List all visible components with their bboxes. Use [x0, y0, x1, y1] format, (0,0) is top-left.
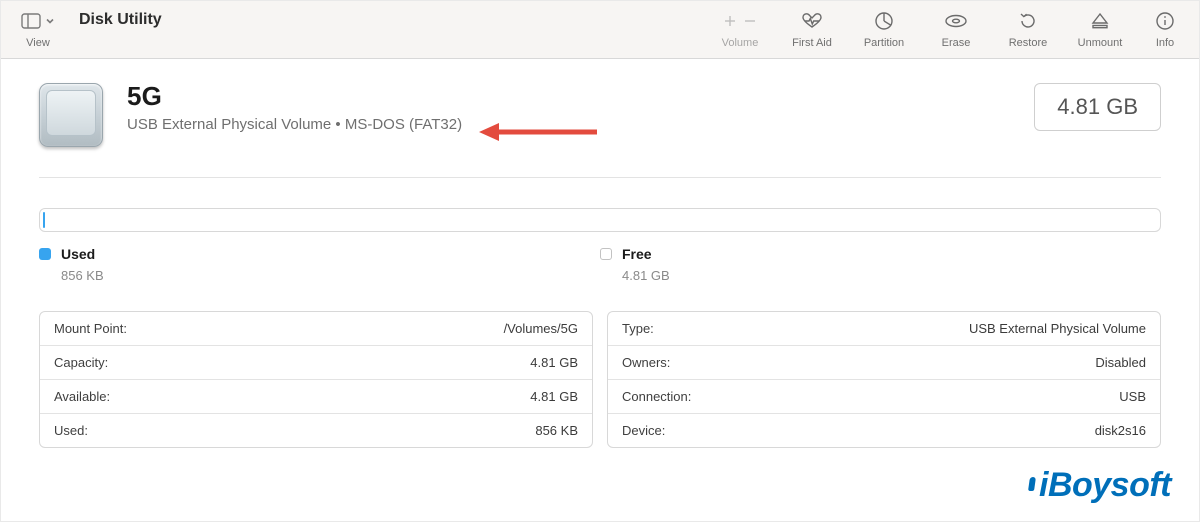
volume-subtitle: USB External Physical Volume • MS-DOS (F… — [127, 116, 462, 133]
brand-logo: iBoysoft — [1029, 466, 1171, 505]
usage-bar-used-segment — [43, 212, 45, 228]
used-value: 856 KB — [61, 268, 600, 283]
toolbar-info[interactable]: Info — [1145, 9, 1185, 49]
toolbar-restore[interactable]: Restore — [1001, 9, 1055, 49]
table-row: Mount Point:/Volumes/5G — [40, 312, 592, 346]
sidebar-toggle-button[interactable] — [17, 9, 59, 33]
annotation-arrow — [479, 119, 599, 145]
table-row: Available:4.81 GB — [40, 380, 592, 414]
partition-icon — [874, 11, 894, 31]
toolbar: View Disk Utility Volume F — [1, 1, 1199, 59]
app-title: Disk Utility — [79, 11, 162, 29]
toolbar-first-aid[interactable]: First Aid — [785, 9, 839, 49]
volume-disk-icon — [39, 83, 103, 147]
volume-header: 5G USB External Physical Volume • MS-DOS… — [39, 83, 1161, 147]
used-swatch — [39, 248, 51, 260]
toolbar-partition[interactable]: Partition — [857, 9, 911, 49]
erase-icon — [944, 13, 968, 29]
info-icon — [1155, 11, 1175, 31]
table-row: Type:USB External Physical Volume — [608, 312, 1160, 346]
details-table-right: Type:USB External Physical Volume Owners… — [607, 311, 1161, 448]
volume-name: 5G — [127, 83, 462, 110]
details-table-left: Mount Point:/Volumes/5G Capacity:4.81 GB… — [39, 311, 593, 448]
table-row: Device:disk2s16 — [608, 414, 1160, 447]
divider — [39, 177, 1161, 178]
toolbar-view-label: View — [26, 37, 50, 49]
first-aid-icon — [801, 12, 823, 30]
details-tables: Mount Point:/Volumes/5G Capacity:4.81 GB… — [39, 311, 1161, 448]
table-row: Capacity:4.81 GB — [40, 346, 592, 380]
volume-size-pill: 4.81 GB — [1034, 83, 1161, 131]
toolbar-view-group: View — [15, 9, 61, 49]
toolbar-unmount[interactable]: Unmount — [1073, 9, 1127, 49]
eject-icon — [1090, 12, 1110, 30]
chevron-down-icon — [45, 16, 55, 26]
restore-icon — [1018, 11, 1038, 31]
minus-icon — [743, 14, 757, 28]
free-value: 4.81 GB — [622, 268, 1161, 283]
free-swatch — [600, 248, 612, 260]
usage-legend: Used 856 KB Free 4.81 GB — [39, 246, 1161, 283]
disk-utility-window: View Disk Utility Volume F — [0, 0, 1200, 522]
table-row: Used:856 KB — [40, 414, 592, 447]
free-label: Free — [622, 246, 652, 262]
used-label: Used — [61, 246, 95, 262]
content-area: 5G USB External Physical Volume • MS-DOS… — [1, 59, 1199, 448]
usage-bar — [39, 208, 1161, 232]
toolbar-erase[interactable]: Erase — [929, 9, 983, 49]
brand-text: iBoysoft — [1039, 466, 1171, 505]
plus-icon — [723, 14, 737, 28]
table-row: Connection:USB — [608, 380, 1160, 414]
toolbar-volume[interactable]: Volume — [713, 9, 767, 49]
table-row: Owners:Disabled — [608, 346, 1160, 380]
brand-glyph-icon — [1028, 477, 1036, 491]
sidebar-icon — [21, 13, 41, 29]
